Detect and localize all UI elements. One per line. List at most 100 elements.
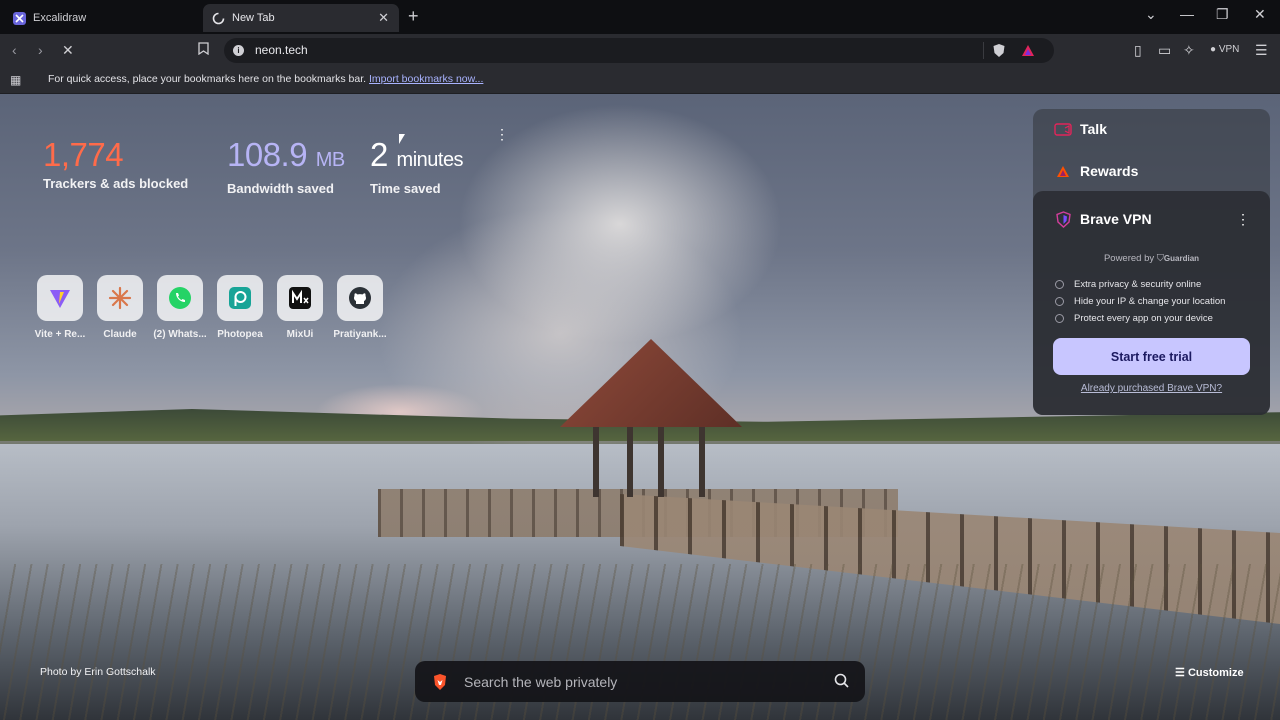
sliders-icon: ☰ — [1175, 667, 1185, 679]
leo-ai-icon[interactable]: ✧ — [1183, 42, 1195, 59]
tab-search-icon[interactable]: ⌄ — [1145, 6, 1157, 23]
tab-title: New Tab — [232, 12, 275, 24]
minimize-icon[interactable]: — — [1180, 6, 1194, 22]
github-icon — [337, 275, 383, 321]
stat-bandwidth: 108.9 MB Bandwidth saved — [227, 136, 346, 197]
vpn-feature-text: Hide your IP & change your location — [1074, 296, 1226, 307]
vite-icon — [37, 275, 83, 321]
start-free-trial-button[interactable]: Start free trial — [1053, 338, 1250, 375]
url-text: neon.tech — [255, 43, 308, 57]
mixui-icon — [277, 275, 323, 321]
powered-by: Powered by ⛉Guardian — [1033, 253, 1270, 264]
background-post — [699, 427, 705, 497]
background-gazebo-roof — [560, 339, 742, 427]
check-circle-icon — [1055, 280, 1064, 289]
talk-widget[interactable]: Talk — [1054, 121, 1107, 137]
divider — [983, 42, 984, 59]
tab-excalidraw[interactable]: Excalidraw — [6, 4, 202, 32]
top-site-label: Vite + Re... — [34, 329, 86, 340]
background-post — [627, 427, 633, 497]
bandwidth-unit: MB — [315, 149, 346, 171]
brave-lion-icon — [432, 673, 448, 696]
brave-shields-icon[interactable] — [992, 43, 1006, 63]
vpn-widget: Brave VPN ⋮ Powered by ⛉Guardian Extra p… — [1033, 191, 1270, 415]
sidebar-icon[interactable]: ▯ — [1134, 42, 1142, 59]
rewards-label: Rewards — [1080, 163, 1139, 179]
bookmarks-bar: ▦ For quick access, place your bookmarks… — [0, 67, 1280, 94]
restore-icon[interactable]: ❐ — [1216, 6, 1229, 23]
tab-title: Excalidraw — [33, 12, 87, 24]
close-tab-icon[interactable]: ✕ — [378, 10, 389, 26]
top-site-tile[interactable]: MixUi — [272, 275, 328, 340]
top-site-tile[interactable]: Pratiyank... — [332, 275, 388, 340]
top-site-tile[interactable]: (2) Whats... — [152, 275, 208, 340]
guardian-shield-icon: ⛉ — [1156, 253, 1164, 264]
top-site-label: Pratiyank... — [333, 329, 387, 340]
stat-trackers: 1,774 Trackers & ads blocked — [43, 136, 189, 192]
vpn-menu-icon[interactable]: ⋮ — [1236, 211, 1250, 228]
close-window-icon[interactable]: ✕ — [1254, 6, 1266, 23]
powered-by-text: Powered by — [1103, 253, 1155, 264]
mouse-cursor — [399, 134, 405, 144]
search-icon[interactable] — [834, 673, 849, 693]
photo-credit[interactable]: Photo by Erin Gottschalk — [40, 666, 156, 678]
tab-strip: Excalidraw New Tab ✕ + ⌄ — ❐ ✕ — [0, 0, 1280, 34]
tab-new-tab[interactable]: New Tab ✕ — [203, 4, 399, 32]
wallet-icon[interactable]: ▭ — [1158, 42, 1171, 59]
check-circle-icon — [1055, 314, 1064, 323]
new-tab-button[interactable]: + — [408, 6, 419, 27]
top-site-tile[interactable]: Claude — [92, 275, 148, 340]
site-info-icon[interactable]: i — [233, 45, 244, 56]
background-post — [593, 427, 599, 497]
top-site-label: (2) Whats... — [153, 329, 207, 340]
stop-loading-icon[interactable]: ✕ — [62, 42, 74, 59]
already-purchased-link[interactable]: Already purchased Brave VPN? — [1033, 383, 1270, 394]
trackers-count: 1,774 — [43, 136, 124, 173]
trackers-label: Trackers & ads blocked — [43, 176, 189, 191]
top-site-label: MixUi — [286, 329, 314, 340]
whatsapp-icon — [157, 275, 203, 321]
vpn-feature: Hide your IP & change your location — [1055, 296, 1225, 307]
bookmark-icon[interactable] — [198, 42, 209, 58]
time-label: Time saved — [370, 181, 441, 196]
address-bar[interactable]: i neon.tech — [224, 38, 1054, 63]
bookmarks-message-text: For quick access, place your bookmarks h… — [48, 73, 367, 85]
top-site-label: Photopea — [217, 329, 263, 340]
import-bookmarks-link[interactable]: Import bookmarks now... — [369, 73, 483, 85]
rewards-widget[interactable]: Rewards — [1054, 163, 1138, 179]
vpn-title: Brave VPN — [1080, 211, 1152, 227]
time-unit: minutes — [396, 149, 464, 171]
photopea-icon — [217, 275, 263, 321]
top-site-tile[interactable]: Vite + Re... — [32, 275, 88, 340]
stats-menu-icon[interactable]: ⋮ — [495, 126, 509, 143]
widget-stack: Talk Rewards Brave VPN ⋮ Powered by ⛉Gua… — [1033, 109, 1270, 415]
guardian-logo-text: Guardian — [1163, 254, 1200, 263]
vpn-title-row: Brave VPN — [1054, 210, 1152, 228]
bandwidth-value: 108.9 — [227, 136, 308, 173]
vpn-button[interactable]: ● VPN — [1210, 44, 1239, 55]
bat-triangle-icon — [1054, 163, 1072, 179]
vpn-feature-text: Protect every app on your device — [1074, 313, 1213, 324]
loading-spinner-icon — [211, 11, 225, 25]
forward-icon[interactable]: › — [38, 42, 43, 58]
check-circle-icon — [1055, 297, 1064, 306]
video-camera-icon — [1054, 121, 1072, 137]
apps-grid-icon[interactable]: ▦ — [10, 73, 21, 87]
background-post — [658, 427, 664, 497]
vpn-feature: Extra privacy & security online — [1055, 279, 1201, 290]
vpn-feature: Protect every app on your device — [1055, 313, 1213, 324]
menu-icon[interactable]: ☰ — [1255, 42, 1268, 59]
time-value: 2 — [370, 136, 388, 173]
search-placeholder: Search the web privately — [464, 674, 618, 690]
customize-label: Customize — [1187, 667, 1244, 679]
search-box[interactable]: Search the web privately — [415, 661, 865, 702]
vpn-label: VPN — [1218, 44, 1240, 55]
back-icon[interactable]: ‹ — [12, 42, 17, 58]
customize-button[interactable]: ☰ Customize — [1175, 666, 1244, 679]
vpn-feature-text: Extra privacy & security online — [1074, 279, 1202, 290]
top-site-tile[interactable]: Photopea — [212, 275, 268, 340]
stat-time: 2 minutes Time saved — [370, 136, 464, 197]
vpn-shield-icon — [1054, 210, 1072, 228]
talk-label: Talk — [1080, 121, 1107, 137]
brave-rewards-icon[interactable] — [1021, 44, 1035, 62]
